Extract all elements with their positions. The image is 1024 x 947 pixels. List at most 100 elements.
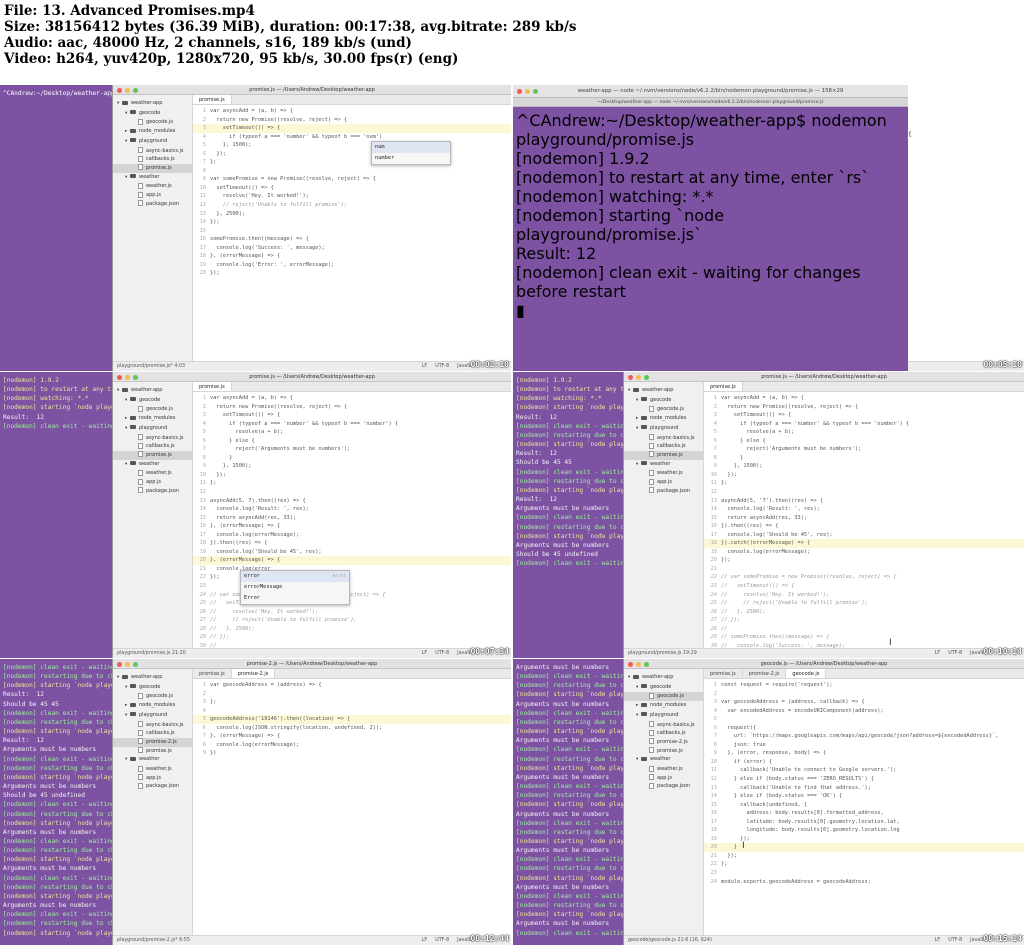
code-line[interactable]: 1 var asyncAdd = (a, b) => { (193, 394, 511, 403)
code-line[interactable]: 20}); (704, 556, 1024, 565)
tree-folder[interactable]: ▾ weather (113, 460, 192, 470)
code-line[interactable]: 22 // var somePromise = new Promise((reso… (704, 573, 1024, 582)
code-line[interactable]: 19 console.log('Should be 45', res); (193, 548, 511, 557)
tree-file[interactable]: promise.js (113, 450, 192, 460)
code-line[interactable]: 2 return new Promise((resolve, reject) =… (193, 116, 511, 125)
code-line[interactable]: 12 // reject('Unable to fulfill promise'… (193, 201, 511, 210)
autocomplete-popup[interactable]: error error errorMessage Error (240, 570, 350, 605)
code-line[interactable]: 3 var geocodeAddress = (address, callback… (704, 698, 1024, 707)
code-line[interactable]: 12 (193, 488, 511, 497)
tree-file[interactable]: package.json (113, 200, 192, 209)
autocomplete-item[interactable]: number (372, 153, 450, 164)
minimize-dot-icon[interactable] (636, 375, 641, 380)
status-item[interactable]: LF (422, 938, 427, 943)
code-line[interactable]: 14 console.log('Result: ', res); (704, 505, 1024, 514)
status-item[interactable]: UTF-8 (435, 364, 449, 369)
tree-file[interactable]: promise-2.js (624, 738, 703, 747)
code-line[interactable]: 2 return new Promise((resolve, reject) =… (704, 403, 1024, 412)
status-file-position[interactable]: playground/promise.js 19:29 (628, 651, 697, 656)
tree-folder[interactable]: ▾ weather-app (624, 673, 703, 683)
code-line[interactable]: 19 }); (704, 835, 1024, 844)
tab-promise-js[interactable]: promise.js (193, 95, 232, 104)
tree-folder[interactable]: ▾ geocode (624, 683, 703, 693)
autocomplete-item[interactable]: num (372, 142, 450, 153)
tree-file[interactable]: promise.js (624, 747, 703, 756)
tab-geocode-js[interactable]: geocode.js (786, 669, 827, 678)
tree-folder[interactable]: ▾ playground (113, 424, 192, 434)
code-line[interactable]: 29 // somePromise.then((message) => { (704, 633, 1024, 642)
window-controls[interactable] (628, 375, 649, 380)
code-line[interactable]: 7}, (errorMessage) => { (193, 732, 511, 741)
code-line[interactable]: 7}; (193, 158, 511, 167)
status-item[interactable]: LF (422, 651, 427, 656)
code-line[interactable]: 7 url: `https://maps.googleapis.com/maps… (704, 732, 1024, 741)
tree-file[interactable]: app.js (113, 191, 192, 200)
window-controls[interactable] (628, 662, 649, 667)
code-line[interactable]: 11}; (704, 479, 1024, 488)
window-controls[interactable] (117, 88, 138, 93)
code-line[interactable]: 8 (193, 167, 511, 176)
code-line[interactable]: 5 }, 1500); (193, 141, 511, 150)
tree-folder[interactable]: ▾ weather (113, 755, 192, 765)
code-line[interactable]: 9 }, (error, response, body) => { (704, 749, 1024, 758)
tree-file[interactable]: callbacks.js (624, 442, 703, 451)
close-dot-icon[interactable] (117, 88, 122, 93)
code-line[interactable]: 16 somePromise.then((message) => { (193, 235, 511, 244)
status-item[interactable]: LF (935, 651, 940, 656)
code-line[interactable]: 16 address: body.results[0].formatted_ad… (704, 809, 1024, 818)
code-line[interactable]: 22}; (704, 860, 1024, 869)
tree-folder[interactable]: ▾ playground (624, 424, 703, 434)
tree-file[interactable]: callbacks.js (113, 442, 192, 451)
code-line[interactable]: 13 asyncAdd(5, 7).then((res) => { (193, 497, 511, 506)
code-line[interactable]: 14 console.log('Result: ', res); (193, 505, 511, 514)
code-line[interactable]: 27 // // reject('Unable to fulfill promis… (193, 616, 511, 625)
tree-file[interactable]: package.json (624, 782, 703, 791)
code-line[interactable]: 3}; (193, 698, 511, 707)
terminal-output[interactable]: ^CAndrew:~/Desktop/weather-app$ nodemon … (513, 107, 908, 324)
tree-file[interactable]: app.js (624, 774, 703, 783)
tree-file[interactable]: package.json (113, 782, 192, 791)
tree-file[interactable]: weather.js (624, 765, 703, 774)
terminal-tab[interactable]: ~/Desktop/weather-app — node ~/.nvm/vers… (513, 98, 908, 107)
minimize-dot-icon[interactable] (125, 662, 130, 667)
code-line[interactable]: 27 // }); (704, 616, 1024, 625)
tree-folder[interactable]: ▾ geocode (113, 396, 192, 406)
tree-file[interactable]: package.json (113, 487, 192, 496)
tree-file[interactable]: async-basics.js (113, 434, 192, 443)
status-file-position[interactable]: geocode/geocode.js 21:6 (16, 624) (628, 938, 712, 943)
tab-promise-js[interactable]: promise.js (193, 669, 232, 678)
code-line[interactable]: 8 } (704, 454, 1024, 463)
code-line[interactable]: 29 // }); (193, 633, 511, 642)
tree-file[interactable]: weather.js (624, 469, 703, 478)
code-line[interactable]: 5 geocodeAddress('19146').then((location)… (193, 715, 511, 724)
code-line[interactable]: 26 // resolve('Hey. It worked!'); (193, 608, 511, 617)
code-line[interactable]: 9 }, 1500); (193, 462, 511, 471)
tree-folder[interactable]: ▾ weather (624, 460, 703, 470)
close-dot-icon[interactable] (628, 375, 633, 380)
tree-file[interactable]: callbacks.js (624, 729, 703, 738)
tree-file[interactable]: async-basics.js (113, 721, 192, 730)
tree-file[interactable]: promise-2.js (113, 737, 192, 747)
tree-folder[interactable]: ▾ weather (624, 755, 703, 765)
status-item[interactable]: LF (422, 364, 427, 369)
code-line[interactable]: 10 setTimeout(() => { (193, 184, 511, 193)
code-line[interactable]: 7 reject('Arguments must be numbers'); (193, 445, 511, 454)
close-dot-icon[interactable] (517, 89, 522, 94)
tab-promise-2-js[interactable]: promise-2.js (231, 669, 276, 678)
code-line[interactable]: 8 json: true (704, 741, 1024, 750)
code-line[interactable]: 19 console.log(errorMessage); (704, 548, 1024, 557)
tree-file[interactable]: geocode.js (113, 405, 192, 414)
code-line[interactable]: 1 var geocodeAddress = (address) => { (193, 681, 511, 690)
code-line[interactable]: 26 // }, 2500); (704, 608, 1024, 617)
code-line[interactable]: 2 (193, 690, 511, 699)
tree-folder[interactable]: ▾ geocode (624, 396, 703, 406)
zoom-dot-icon[interactable] (133, 375, 138, 380)
code-line[interactable]: 11}; (193, 479, 511, 488)
tree-file[interactable]: weather.js (113, 469, 192, 478)
code-line[interactable]: 6 } else { (193, 437, 511, 446)
code-area[interactable]: 1 const request = require('request'); 2 3 va… (704, 679, 1024, 935)
code-line[interactable]: 12 } else if (body.status === 'ZERO_RESU… (704, 775, 1024, 784)
tree-folder[interactable]: ▸ node_modules (624, 701, 703, 711)
code-line[interactable]: 15 callback(undefined, { (704, 801, 1024, 810)
close-dot-icon[interactable] (628, 662, 633, 667)
